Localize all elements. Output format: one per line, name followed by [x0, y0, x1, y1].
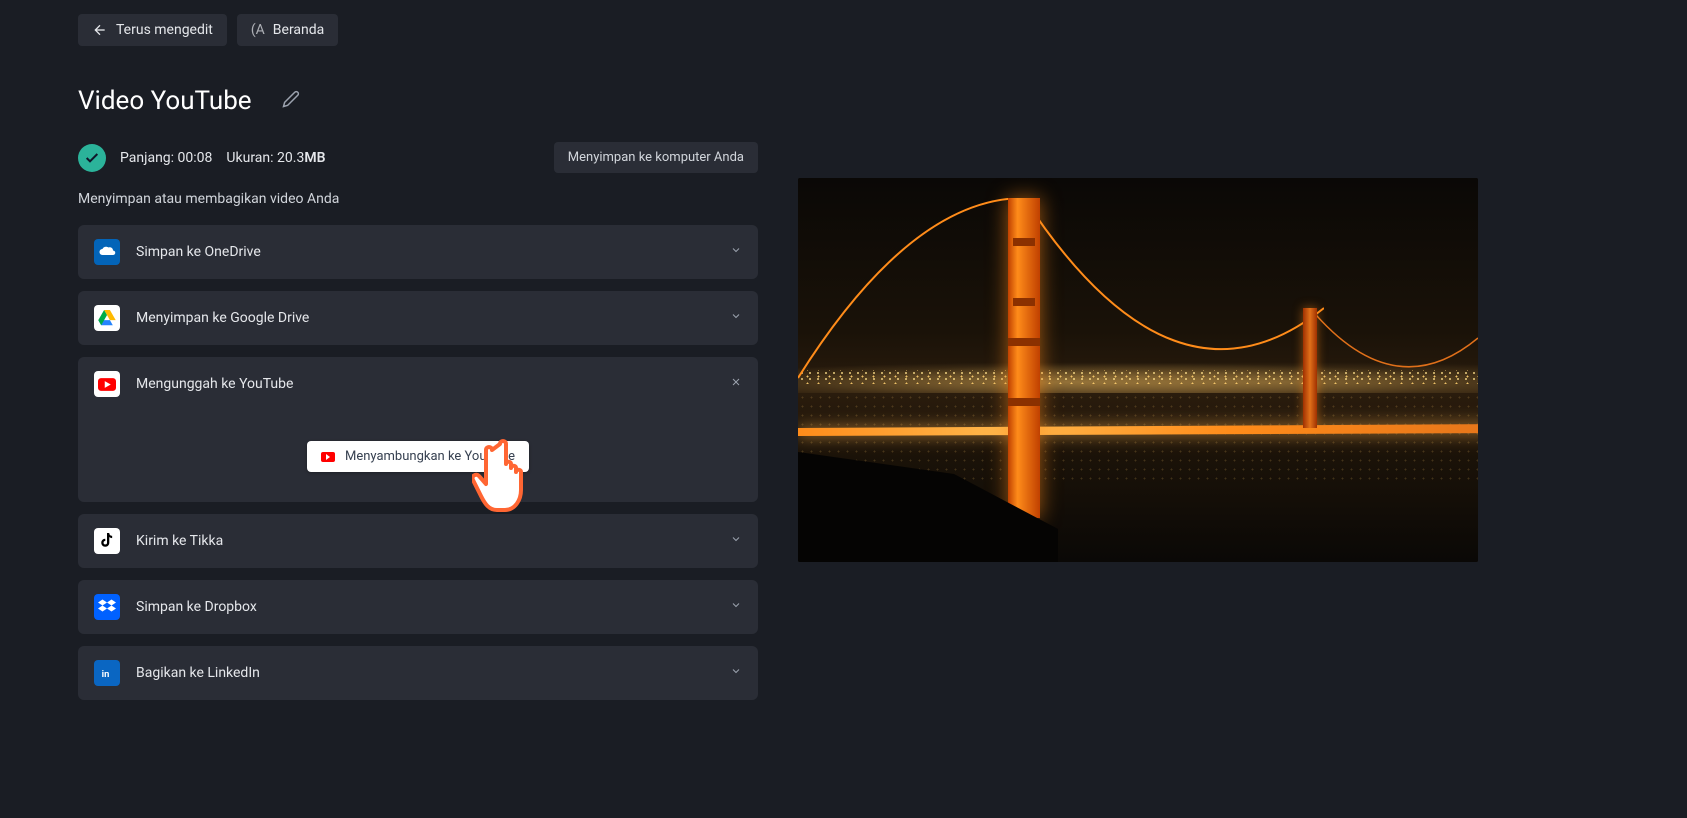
- chevron-down-icon: [730, 533, 742, 549]
- share-subtitle: Menyimpan atau membagikan video Anda: [78, 191, 758, 207]
- home-label: Beranda: [273, 22, 324, 38]
- connect-youtube-label: Menyambungkan ke YouTube: [345, 449, 515, 464]
- onedrive-icon: [94, 239, 120, 265]
- continue-editing-button[interactable]: Terus mengedit: [78, 14, 227, 46]
- gdrive-icon: [94, 305, 120, 331]
- arrow-left-icon: [92, 22, 108, 38]
- youtube-icon: [94, 371, 120, 397]
- save-to-computer-button[interactable]: Menyimpan ke komputer Anda: [554, 142, 758, 173]
- share-option-youtube[interactable]: Mengunggah ke YouTube Menyambungkan ke Y…: [78, 357, 758, 502]
- length-text: Panjang: 00:08: [120, 150, 212, 166]
- status-check-icon: [78, 144, 106, 172]
- svg-text:in: in: [102, 669, 110, 680]
- video-preview[interactable]: [798, 178, 1478, 562]
- chevron-down-icon: [730, 310, 742, 326]
- dropbox-label: Simpan ke Dropbox: [136, 599, 257, 615]
- share-option-gdrive[interactable]: Menyimpan ke Google Drive: [78, 291, 758, 345]
- onedrive-label: Simpan ke OneDrive: [136, 244, 261, 260]
- home-button[interactable]: (A Beranda: [237, 14, 338, 46]
- edit-title-button[interactable]: [282, 90, 300, 112]
- close-icon[interactable]: [730, 376, 742, 392]
- chevron-down-icon: [730, 244, 742, 260]
- size-text: Ukuran: 20.3MB: [226, 150, 325, 166]
- linkedin-label: Bagikan ke LinkedIn: [136, 665, 260, 681]
- page-title: Video YouTube: [78, 86, 252, 116]
- share-option-onedrive[interactable]: Simpan ke OneDrive: [78, 225, 758, 279]
- dropbox-icon: [94, 594, 120, 620]
- linkedin-icon: in: [94, 660, 120, 686]
- chevron-down-icon: [730, 665, 742, 681]
- chevron-down-icon: [730, 599, 742, 615]
- tiktok-icon: [94, 528, 120, 554]
- continue-editing-label: Terus mengedit: [116, 22, 213, 38]
- gdrive-label: Menyimpan ke Google Drive: [136, 310, 309, 326]
- youtube-label: Mengunggah ke YouTube: [136, 376, 293, 392]
- share-option-tiktok[interactable]: Kirim ke Tikka: [78, 514, 758, 568]
- share-option-dropbox[interactable]: Simpan ke Dropbox: [78, 580, 758, 634]
- youtube-small-icon: [321, 452, 335, 462]
- tiktok-label: Kirim ke Tikka: [136, 533, 223, 549]
- share-option-linkedin[interactable]: in Bagikan ke LinkedIn: [78, 646, 758, 700]
- home-prefix: (A: [251, 22, 265, 38]
- connect-youtube-button[interactable]: Menyambungkan ke YouTube: [307, 441, 529, 472]
